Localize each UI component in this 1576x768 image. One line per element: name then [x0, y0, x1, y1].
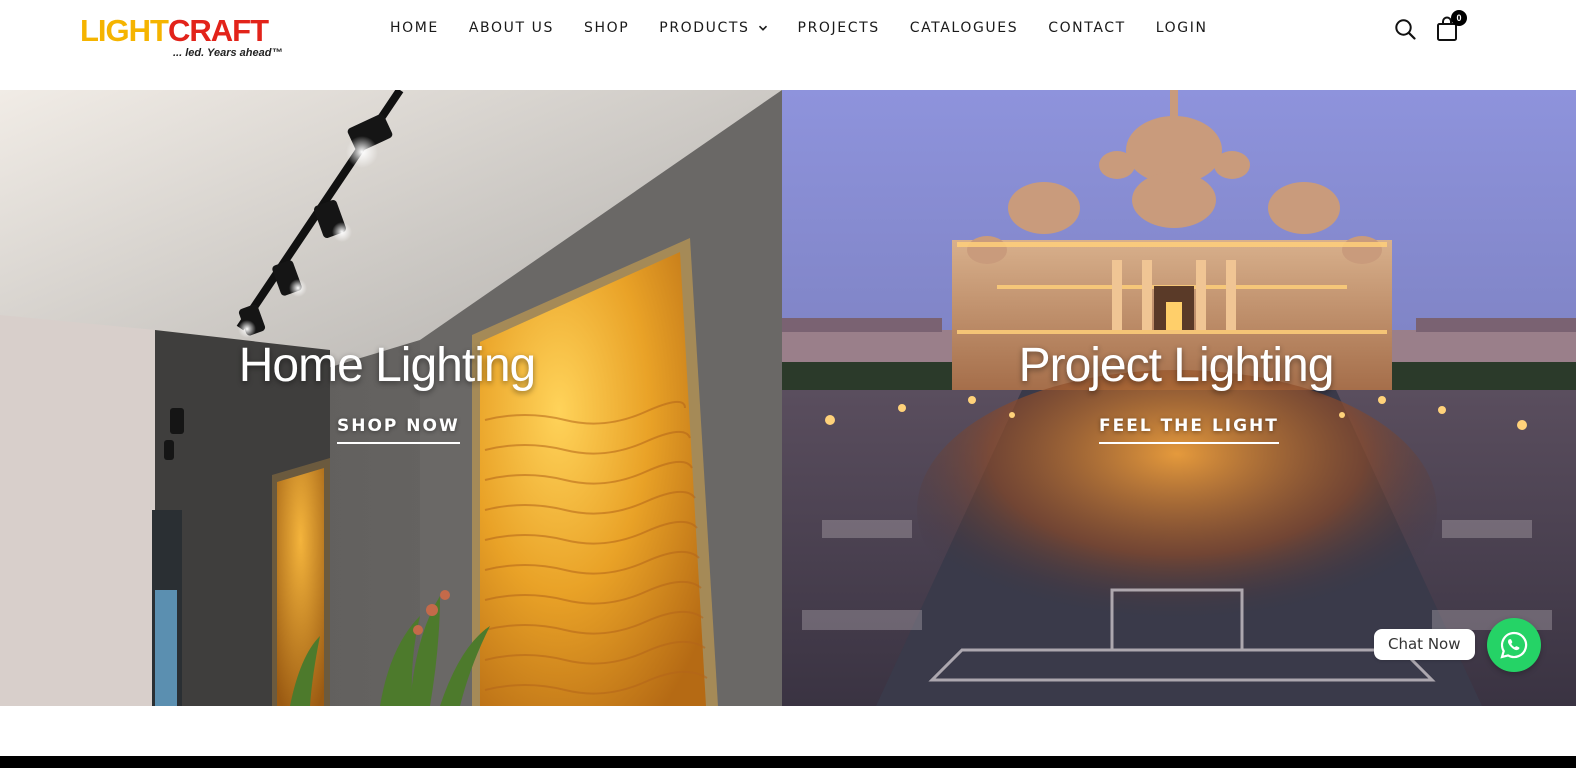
nav-about-us[interactable]: ABOUT US [469, 20, 554, 36]
nav-shop-label: SHOP [584, 20, 630, 36]
cart-count-badge: 0 [1451, 10, 1467, 26]
chat-now-label[interactable]: Chat Now [1374, 629, 1475, 660]
hero-home-lighting[interactable]: Home Lighting SHOP NOW [0, 90, 782, 706]
shop-now-link[interactable]: SHOP NOW [337, 416, 460, 444]
nav-contact-label: CONTACT [1048, 20, 1126, 36]
nav-about-us-label: ABOUT US [468, 20, 555, 36]
nav-products-label: PRODUCTS [659, 20, 750, 36]
hero-title-project-lighting: Project Lighting [1018, 339, 1335, 392]
search-icon[interactable] [1394, 18, 1416, 40]
hero-title-home-lighting: Home Lighting [238, 339, 537, 392]
site-header: LIGHTCRAFT ... led. Years ahead™ HOME AB… [0, 0, 1576, 90]
nav-login[interactable]: LOGIN [1156, 20, 1208, 36]
logo-tagline: ... led. Years ahead™ [173, 47, 283, 59]
nav-home-label: HOME [390, 20, 439, 36]
nav-products[interactable]: PRODUCTS [659, 20, 767, 36]
whatsapp-icon [1500, 631, 1528, 659]
hero-project-lighting[interactable]: Project Lighting FEEL THE LIGHT [782, 90, 1576, 706]
nav-shop[interactable]: SHOP [584, 20, 629, 36]
nav-catalogues[interactable]: CATALOGUES [910, 20, 1018, 36]
logo-light-text: LIGHT [80, 13, 169, 48]
project-lighting-photo [782, 90, 1576, 706]
logo-craft-text: CRAFT [168, 13, 269, 48]
nav-login-label: LOGIN [1155, 20, 1208, 36]
home-lighting-photo [0, 90, 782, 706]
chevron-down-icon [758, 25, 767, 31]
main-nav: HOME ABOUT US SHOP PRODUCTS PROJECTS CAT… [390, 18, 1208, 38]
nav-contact[interactable]: CONTACT [1048, 20, 1126, 36]
feel-the-light-link[interactable]: FEEL THE LIGHT [1099, 416, 1279, 444]
nav-home[interactable]: HOME [390, 20, 439, 36]
nav-projects[interactable]: PROJECTS [798, 20, 880, 36]
whatsapp-chat-button[interactable] [1487, 618, 1541, 672]
brand-logo[interactable]: LIGHTCRAFT ... led. Years ahead™ [80, 14, 283, 62]
logo-wordmark: LIGHTCRAFT [80, 14, 280, 48]
footer-bar [0, 756, 1576, 768]
nav-projects-label: PROJECTS [797, 20, 880, 36]
nav-catalogues-label: CATALOGUES [909, 20, 1019, 36]
